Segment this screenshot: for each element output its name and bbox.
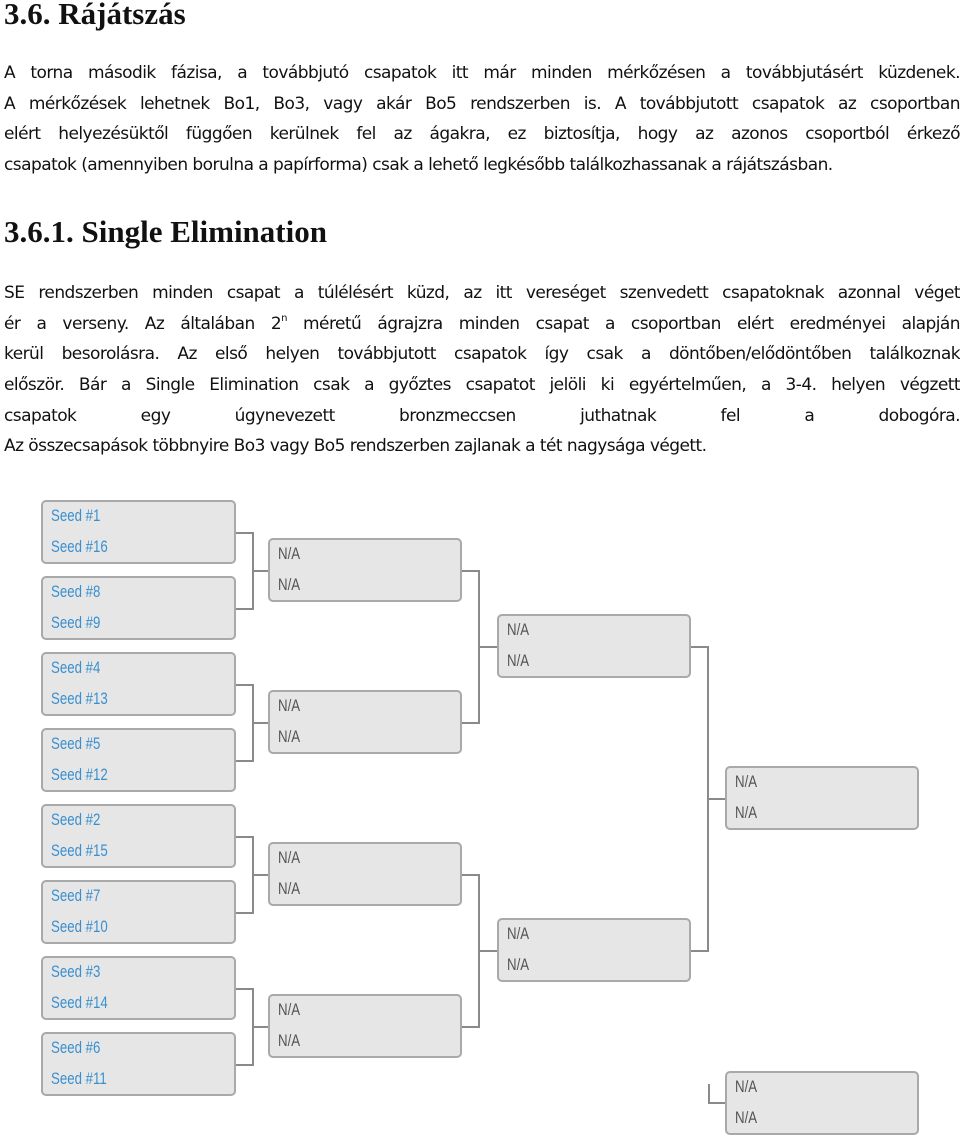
- seed-label: Seed #4: [51, 658, 101, 677]
- team-slot: N/A: [278, 575, 301, 594]
- bracket-connector: [462, 1026, 478, 1028]
- team-slot: N/A: [507, 620, 530, 639]
- quarterfinals-match: N/A N/A: [268, 994, 462, 1058]
- bracket-connector: [707, 798, 725, 800]
- team-slot: N/A: [278, 1031, 301, 1050]
- team-slot: N/A: [278, 1000, 301, 1019]
- team-slot: N/A: [507, 924, 530, 943]
- team-slot: N/A: [278, 544, 301, 563]
- bracket-connector: [462, 570, 478, 572]
- team-slot: N/A: [507, 955, 530, 974]
- bracket-connector: [236, 912, 252, 914]
- seed-label: Seed #2: [51, 810, 101, 829]
- bracket-connector: [252, 1026, 268, 1028]
- bracket-connector: [236, 760, 252, 762]
- bracket-connector: [478, 646, 497, 648]
- bracket-connector: [236, 684, 252, 686]
- seed-label: Seed #8: [51, 582, 101, 601]
- round-of-16-match: Seed #3 Seed #14: [41, 956, 236, 1020]
- team-slot: N/A: [735, 772, 758, 791]
- bracket-connector: [691, 646, 707, 648]
- round-of-16-match: Seed #4 Seed #13: [41, 652, 236, 716]
- final-match: N/A N/A: [725, 766, 919, 830]
- bracket-connector: [478, 950, 497, 952]
- seed-label: Seed #5: [51, 734, 101, 753]
- seed-label: Seed #15: [51, 841, 108, 860]
- bracket-connector: [236, 532, 252, 534]
- round-of-16-match: Seed #5 Seed #12: [41, 728, 236, 792]
- seed-label: Seed #13: [51, 689, 108, 708]
- round-of-16-match: Seed #2 Seed #15: [41, 804, 236, 868]
- seed-label: Seed #14: [51, 993, 108, 1012]
- round-of-16-match: Seed #8 Seed #9: [41, 576, 236, 640]
- team-slot: N/A: [507, 651, 530, 670]
- bracket-connector: [236, 988, 252, 990]
- seed-label: Seed #10: [51, 917, 108, 936]
- bracket-connector: [236, 1064, 252, 1066]
- team-slot: N/A: [278, 727, 301, 746]
- seed-label: Seed #11: [51, 1069, 107, 1088]
- seed-label: Seed #3: [51, 962, 101, 981]
- team-slot: N/A: [278, 879, 301, 898]
- round-of-16-match: Seed #6 Seed #11: [41, 1032, 236, 1096]
- team-slot: N/A: [735, 1077, 758, 1096]
- team-slot: N/A: [278, 848, 301, 867]
- quarterfinals-match: N/A N/A: [268, 690, 462, 754]
- seed-label: Seed #12: [51, 765, 108, 784]
- bracket-connector: [691, 950, 707, 952]
- seed-label: Seed #6: [51, 1038, 101, 1057]
- semifinals-match: N/A N/A: [497, 614, 691, 678]
- bracket-connector: [462, 874, 478, 876]
- team-slot: N/A: [735, 803, 758, 822]
- team-slot: N/A: [735, 1108, 758, 1127]
- bracket-connector: [252, 722, 268, 724]
- seed-label: Seed #1: [51, 506, 101, 525]
- bronze-match-match: N/A N/A: [725, 1071, 919, 1135]
- quarterfinals-match: N/A N/A: [268, 842, 462, 906]
- team-slot: N/A: [278, 696, 301, 715]
- seed-label: Seed #9: [51, 613, 101, 632]
- quarterfinals-match: N/A N/A: [268, 538, 462, 602]
- bracket-connector: [708, 1084, 710, 1104]
- bracket-connector: [252, 874, 268, 876]
- bracket-connector: [462, 722, 478, 724]
- tournament-bracket: Seed #1 Seed #16 Seed #8 Seed #9 Seed #4 Seed…: [0, 0, 960, 1138]
- bracket-connector: [708, 1102, 725, 1104]
- round-of-16-match: Seed #1 Seed #16: [41, 500, 236, 564]
- semifinals-match: N/A N/A: [497, 918, 691, 982]
- round-of-16-match: Seed #7 Seed #10: [41, 880, 236, 944]
- bracket-connector: [236, 608, 252, 610]
- seed-label: Seed #7: [51, 886, 101, 905]
- seed-label: Seed #16: [51, 537, 108, 556]
- bracket-connector: [252, 570, 268, 572]
- bracket-connector: [236, 836, 252, 838]
